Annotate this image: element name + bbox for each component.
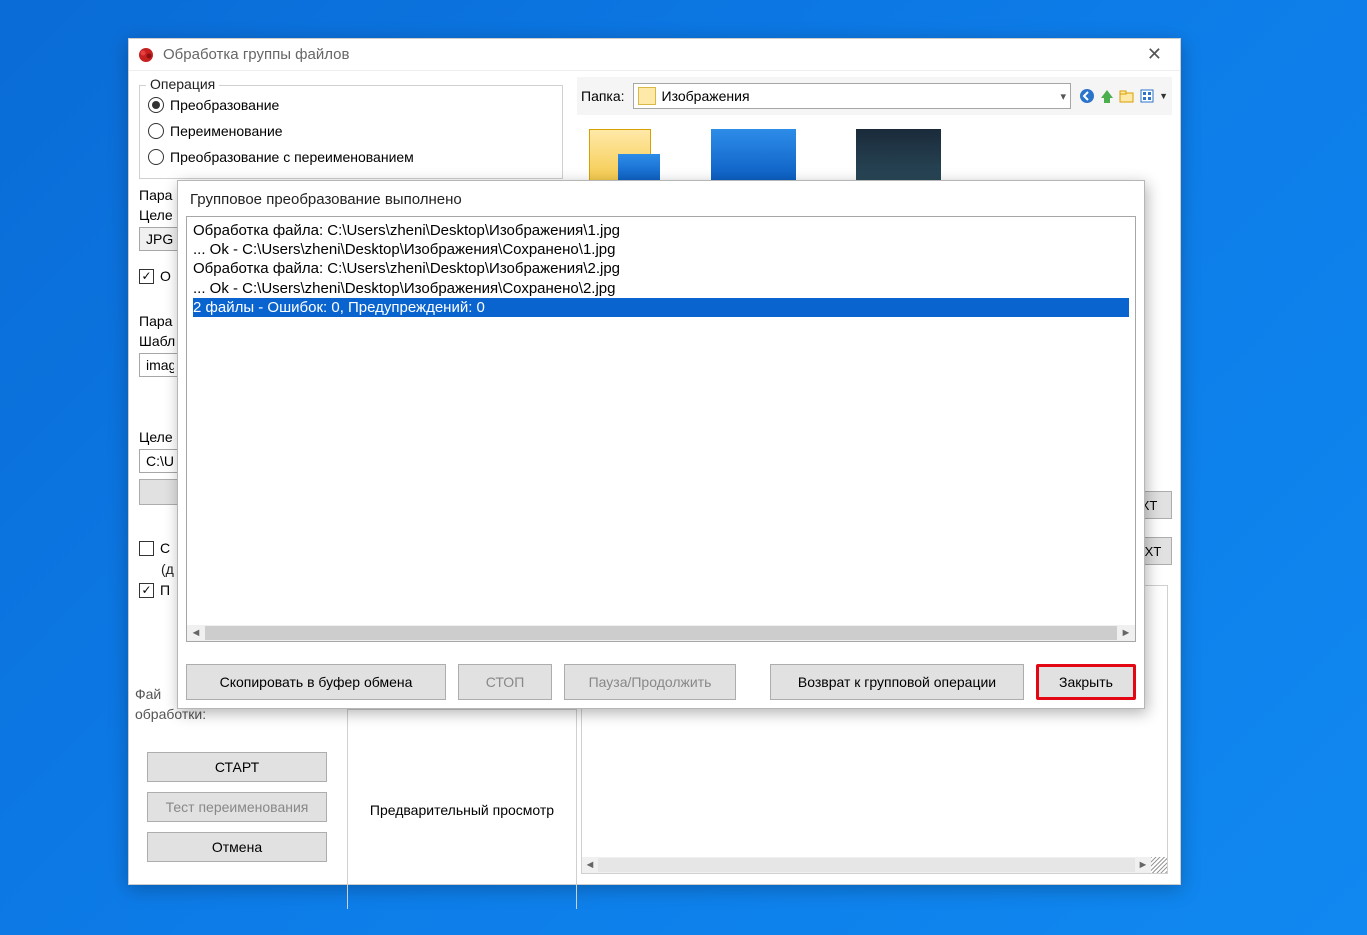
preview-label: Предварительный просмотр <box>370 802 554 818</box>
stop-button[interactable]: СТОП <box>458 664 552 700</box>
radio-icon <box>148 149 164 165</box>
template-label-partial: Шабл <box>139 333 175 349</box>
target-format-label-partial: Целе <box>139 207 173 223</box>
back-icon[interactable] <box>1079 88 1095 104</box>
return-to-batch-button[interactable]: Возврат к групповой операции <box>770 664 1024 700</box>
folder-value: Изображения <box>662 88 750 104</box>
radio-icon <box>148 123 164 139</box>
checkbox-label-partial: О <box>160 268 171 284</box>
pause-resume-button[interactable]: Пауза/Продолжить <box>564 664 736 700</box>
params2-label-partial: Пара <box>139 313 172 329</box>
checkbox-icon: ✓ <box>139 269 154 284</box>
folder-row: Папка: Изображения ▾ ▼ <box>577 77 1172 115</box>
view-dropdown-icon[interactable]: ▼ <box>1159 91 1168 101</box>
target-folder-label-partial: Целе <box>139 429 173 445</box>
scroll-right-icon[interactable]: ► <box>1135 859 1151 871</box>
scroll-left-icon[interactable]: ◄ <box>187 627 205 639</box>
preview-label-box: Предварительный просмотр <box>347 709 577 909</box>
target-folder-input-partial[interactable] <box>139 449 181 473</box>
checkbox-icon: ✓ <box>139 583 154 598</box>
new-folder-icon[interactable] <box>1119 88 1135 104</box>
folder-label: Папка: <box>581 88 625 104</box>
dialog-title: Групповое преобразование выполнено <box>178 181 1144 216</box>
dialog-button-row: Скопировать в буфер обмена СТОП Пауза/Пр… <box>186 664 1136 700</box>
operation-groupbox: Преобразование Переименование Преобразов… <box>139 85 563 179</box>
log-line[interactable]: Обработка файла: C:\Users\zheni\Desktop\… <box>193 259 1129 278</box>
close-button[interactable]: Закрыть <box>1036 664 1136 700</box>
radio-convert[interactable]: Преобразование <box>148 92 554 118</box>
up-icon[interactable] <box>1099 88 1115 104</box>
checkbox3-label: П <box>160 582 170 598</box>
app-icon <box>137 46 155 64</box>
log-line[interactable]: ... Ok - C:\Users\zheni\Desktop\Изображе… <box>193 279 1129 298</box>
radio-convert-rename-label: Преобразование с переименованием <box>170 149 414 165</box>
thumbnail-image-2[interactable] <box>856 129 941 184</box>
template-input-partial[interactable] <box>139 353 181 377</box>
folder-combobox[interactable]: Изображения ▾ <box>633 83 1072 109</box>
window-title: Обработка группы файлов <box>163 46 349 63</box>
log-line[interactable]: ... Ok - C:\Users\zheni\Desktop\Изображе… <box>193 240 1129 259</box>
cancel-button[interactable]: Отмена <box>147 832 327 862</box>
radio-icon <box>148 97 164 113</box>
scroll-right-icon[interactable]: ► <box>1117 627 1135 639</box>
resize-grip-icon[interactable] <box>1151 857 1167 873</box>
checkbox2-label-b: (д <box>161 561 174 577</box>
chevron-down-icon: ▾ <box>1061 90 1067 103</box>
log-listbox[interactable]: Обработка файла: C:\Users\zheni\Desktop\… <box>186 216 1136 642</box>
radio-rename-label: Переименование <box>170 123 283 139</box>
conversion-complete-dialog: Групповое преобразование выполнено Обраб… <box>177 180 1145 709</box>
radio-convert-rename[interactable]: Преобразование с переименованием <box>148 144 554 170</box>
params-label-partial: Пара <box>139 187 172 203</box>
thumbnail-folder[interactable] <box>589 129 651 183</box>
folder-toolbar: ▼ <box>1079 88 1168 104</box>
checkbox-icon <box>139 541 154 556</box>
log-content: Обработка файла: C:\Users\zheni\Desktop\… <box>187 217 1135 625</box>
log-horizontal-scrollbar[interactable]: ◄ ► <box>187 625 1135 641</box>
window-close-button[interactable]: ✕ <box>1137 44 1172 65</box>
browse-button-partial[interactable] <box>139 479 181 505</box>
radio-convert-label: Преобразование <box>170 97 279 113</box>
thumbnail-image-1[interactable] <box>711 129 796 184</box>
scroll-left-icon[interactable]: ◄ <box>582 859 598 871</box>
preview-horizontal-scrollbar[interactable]: ◄ ► <box>582 857 1151 873</box>
bottom-button-column: СТАРТ Тест переименования Отмена <box>147 752 327 872</box>
copy-clipboard-button[interactable]: Скопировать в буфер обмена <box>186 664 446 700</box>
log-line[interactable]: Обработка файла: C:\Users\zheni\Desktop\… <box>193 221 1129 240</box>
view-icon[interactable] <box>1139 88 1155 104</box>
files-label-partial: Фай <box>135 686 161 702</box>
log-summary-line[interactable]: 2 файлы - Ошибок: 0, Предупреждений: 0 <box>193 298 1129 317</box>
folder-icon <box>638 87 656 105</box>
start-button[interactable]: СТАРТ <box>147 752 327 782</box>
checkbox2-label: С <box>160 540 170 556</box>
test-rename-button[interactable]: Тест переименования <box>147 792 327 822</box>
titlebar: Обработка группы файлов ✕ <box>129 39 1180 71</box>
radio-rename[interactable]: Переименование <box>148 118 554 144</box>
